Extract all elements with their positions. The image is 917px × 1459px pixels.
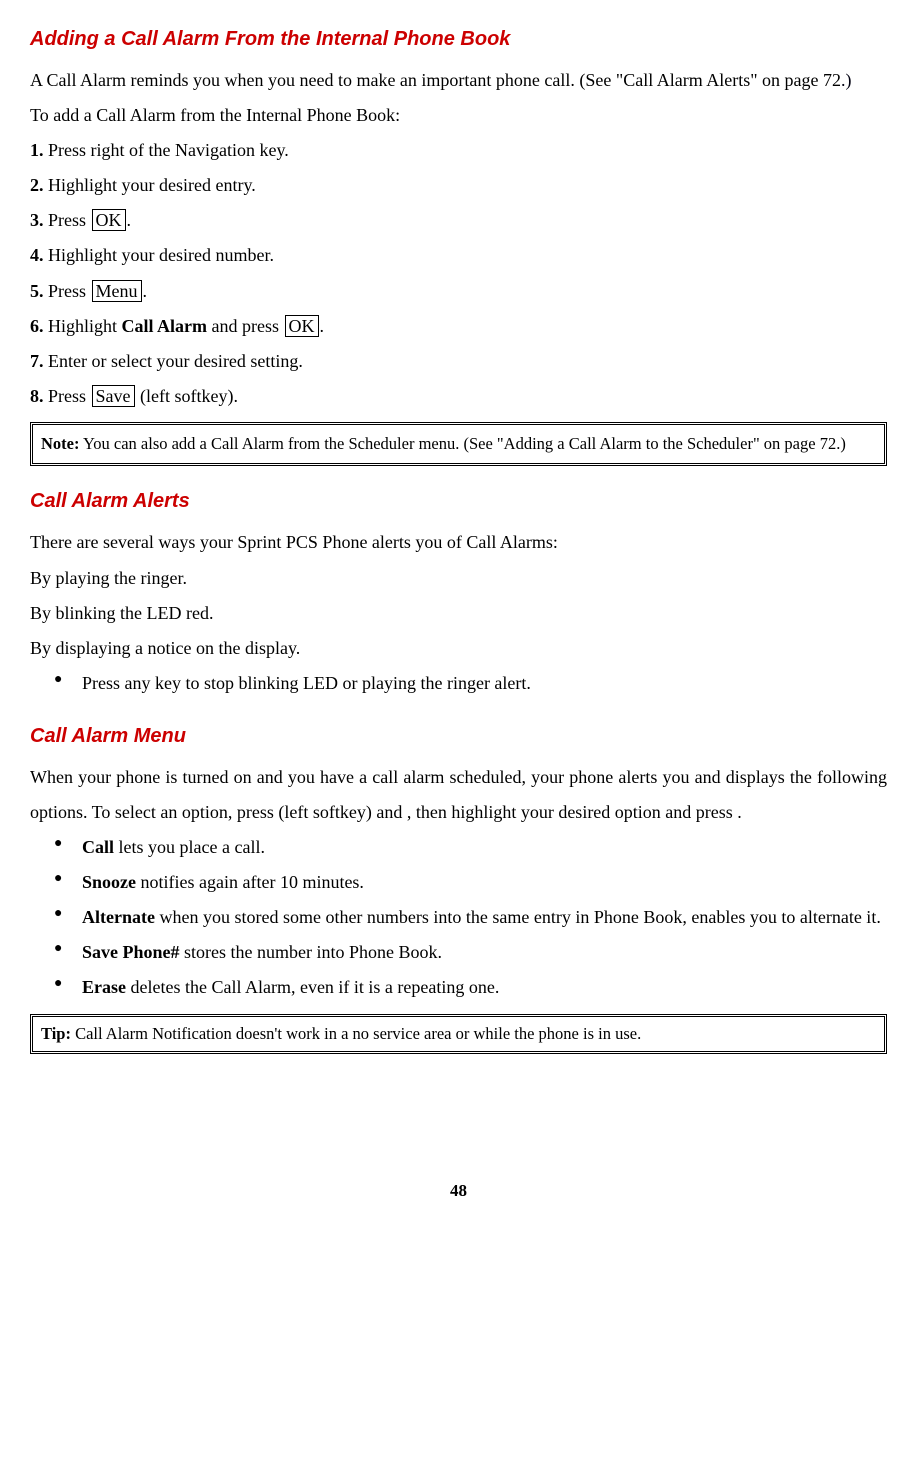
key-menu: Menu bbox=[92, 280, 142, 302]
step-2: 2. Highlight your desired entry. bbox=[30, 168, 887, 203]
step-post: . bbox=[320, 316, 325, 336]
bullet-snooze: Snooze notifies again after 10 minutes. bbox=[54, 865, 887, 900]
key-ok: OK bbox=[285, 315, 319, 337]
bullet-text: stores the number into Phone Book. bbox=[180, 942, 442, 962]
bullet-bold: Call bbox=[82, 837, 114, 857]
bullet-text: Press any key to stop blinking LED or pl… bbox=[82, 673, 531, 693]
step-bold: Call Alarm bbox=[122, 316, 208, 336]
step-num: 4. bbox=[30, 245, 44, 265]
step-num: 3. bbox=[30, 210, 44, 230]
bullet-bold: Snooze bbox=[82, 872, 136, 892]
section2-line1: By playing the ringer. bbox=[30, 561, 887, 596]
section-heading-1: Adding a Call Alarm From the Internal Ph… bbox=[30, 20, 887, 59]
tip-text: Call Alarm Notification doesn't work in … bbox=[71, 1024, 641, 1043]
step-4: 4. Highlight your desired number. bbox=[30, 238, 887, 273]
step-pre: Press bbox=[44, 281, 91, 301]
step-7: 7. Enter or select your desired setting. bbox=[30, 344, 887, 379]
intro-text-b: .) bbox=[841, 70, 852, 90]
bullet-alternate: Alternate when you stored some other num… bbox=[54, 900, 887, 935]
bullet-bold: Save Phone# bbox=[82, 942, 180, 962]
step-text: Highlight your desired number. bbox=[44, 245, 274, 265]
section2-line2: By blinking the LED red. bbox=[30, 596, 887, 631]
step-pre: Press bbox=[44, 210, 91, 230]
section-heading-3: Call Alarm Menu bbox=[30, 717, 887, 756]
step-num: 1. bbox=[30, 140, 44, 160]
step-pre: Press bbox=[44, 386, 91, 406]
note-box: Note: You can also add a Call Alarm from… bbox=[30, 422, 887, 467]
section3-intro: When your phone is turned on and you hav… bbox=[30, 760, 887, 830]
step-num: 5. bbox=[30, 281, 44, 301]
bullet-bold: Alternate bbox=[82, 907, 155, 927]
step-num: 6. bbox=[30, 316, 44, 336]
step-post: (left softkey). bbox=[136, 386, 238, 406]
key-save: Save bbox=[92, 385, 135, 407]
step-mid: and press bbox=[207, 316, 283, 336]
key-ok: OK bbox=[92, 209, 126, 231]
section-heading-2: Call Alarm Alerts bbox=[30, 482, 887, 521]
bullet-text: when you stored some other numbers into … bbox=[155, 907, 881, 927]
step-text: Highlight your desired entry. bbox=[44, 175, 256, 195]
intro-text-a: A Call Alarm reminds you when you need t… bbox=[30, 70, 841, 90]
bullet-text: lets you place a call. bbox=[114, 837, 265, 857]
step-5: 5. Press Menu. bbox=[30, 274, 887, 309]
step-text: Enter or select your desired setting. bbox=[44, 351, 303, 371]
note-label: Note: bbox=[41, 434, 79, 453]
tip-box: Tip: Call Alarm Notification doesn't wor… bbox=[30, 1014, 887, 1054]
section1-lead: To add a Call Alarm from the Internal Ph… bbox=[30, 98, 887, 133]
bullet-bold: Erase bbox=[82, 977, 126, 997]
step-num: 2. bbox=[30, 175, 44, 195]
bullet-call: Call lets you place a call. bbox=[54, 830, 887, 865]
step-pre: Highlight bbox=[44, 316, 122, 336]
step-3: 3. Press OK. bbox=[30, 203, 887, 238]
step-6: 6. Highlight Call Alarm and press OK. bbox=[30, 309, 887, 344]
bullet-erase: Erase deletes the Call Alarm, even if it… bbox=[54, 970, 887, 1005]
section1-intro: A Call Alarm reminds you when you need t… bbox=[30, 63, 887, 98]
bullet-text: deletes the Call Alarm, even if it is a … bbox=[126, 977, 499, 997]
tip-label: Tip: bbox=[41, 1024, 71, 1043]
section2-line3: By displaying a notice on the display. bbox=[30, 631, 887, 666]
step-8: 8. Press Save (left softkey). bbox=[30, 379, 887, 414]
bullet-save-phone: Save Phone# stores the number into Phone… bbox=[54, 935, 887, 970]
step-num: 7. bbox=[30, 351, 44, 371]
bullet-text: notifies again after 10 minutes. bbox=[136, 872, 364, 892]
step-num: 8. bbox=[30, 386, 44, 406]
step-post: . bbox=[143, 281, 148, 301]
step-text: Press right of the Navigation key. bbox=[44, 140, 289, 160]
note-text: You can also add a Call Alarm from the S… bbox=[79, 434, 845, 453]
step-post: . bbox=[127, 210, 132, 230]
bullet-stop-alert: Press any key to stop blinking LED or pl… bbox=[54, 666, 887, 701]
step-1: 1. Press right of the Navigation key. bbox=[30, 133, 887, 168]
section2-intro: There are several ways your Sprint PCS P… bbox=[30, 525, 887, 560]
page-number: 48 bbox=[30, 1174, 887, 1207]
